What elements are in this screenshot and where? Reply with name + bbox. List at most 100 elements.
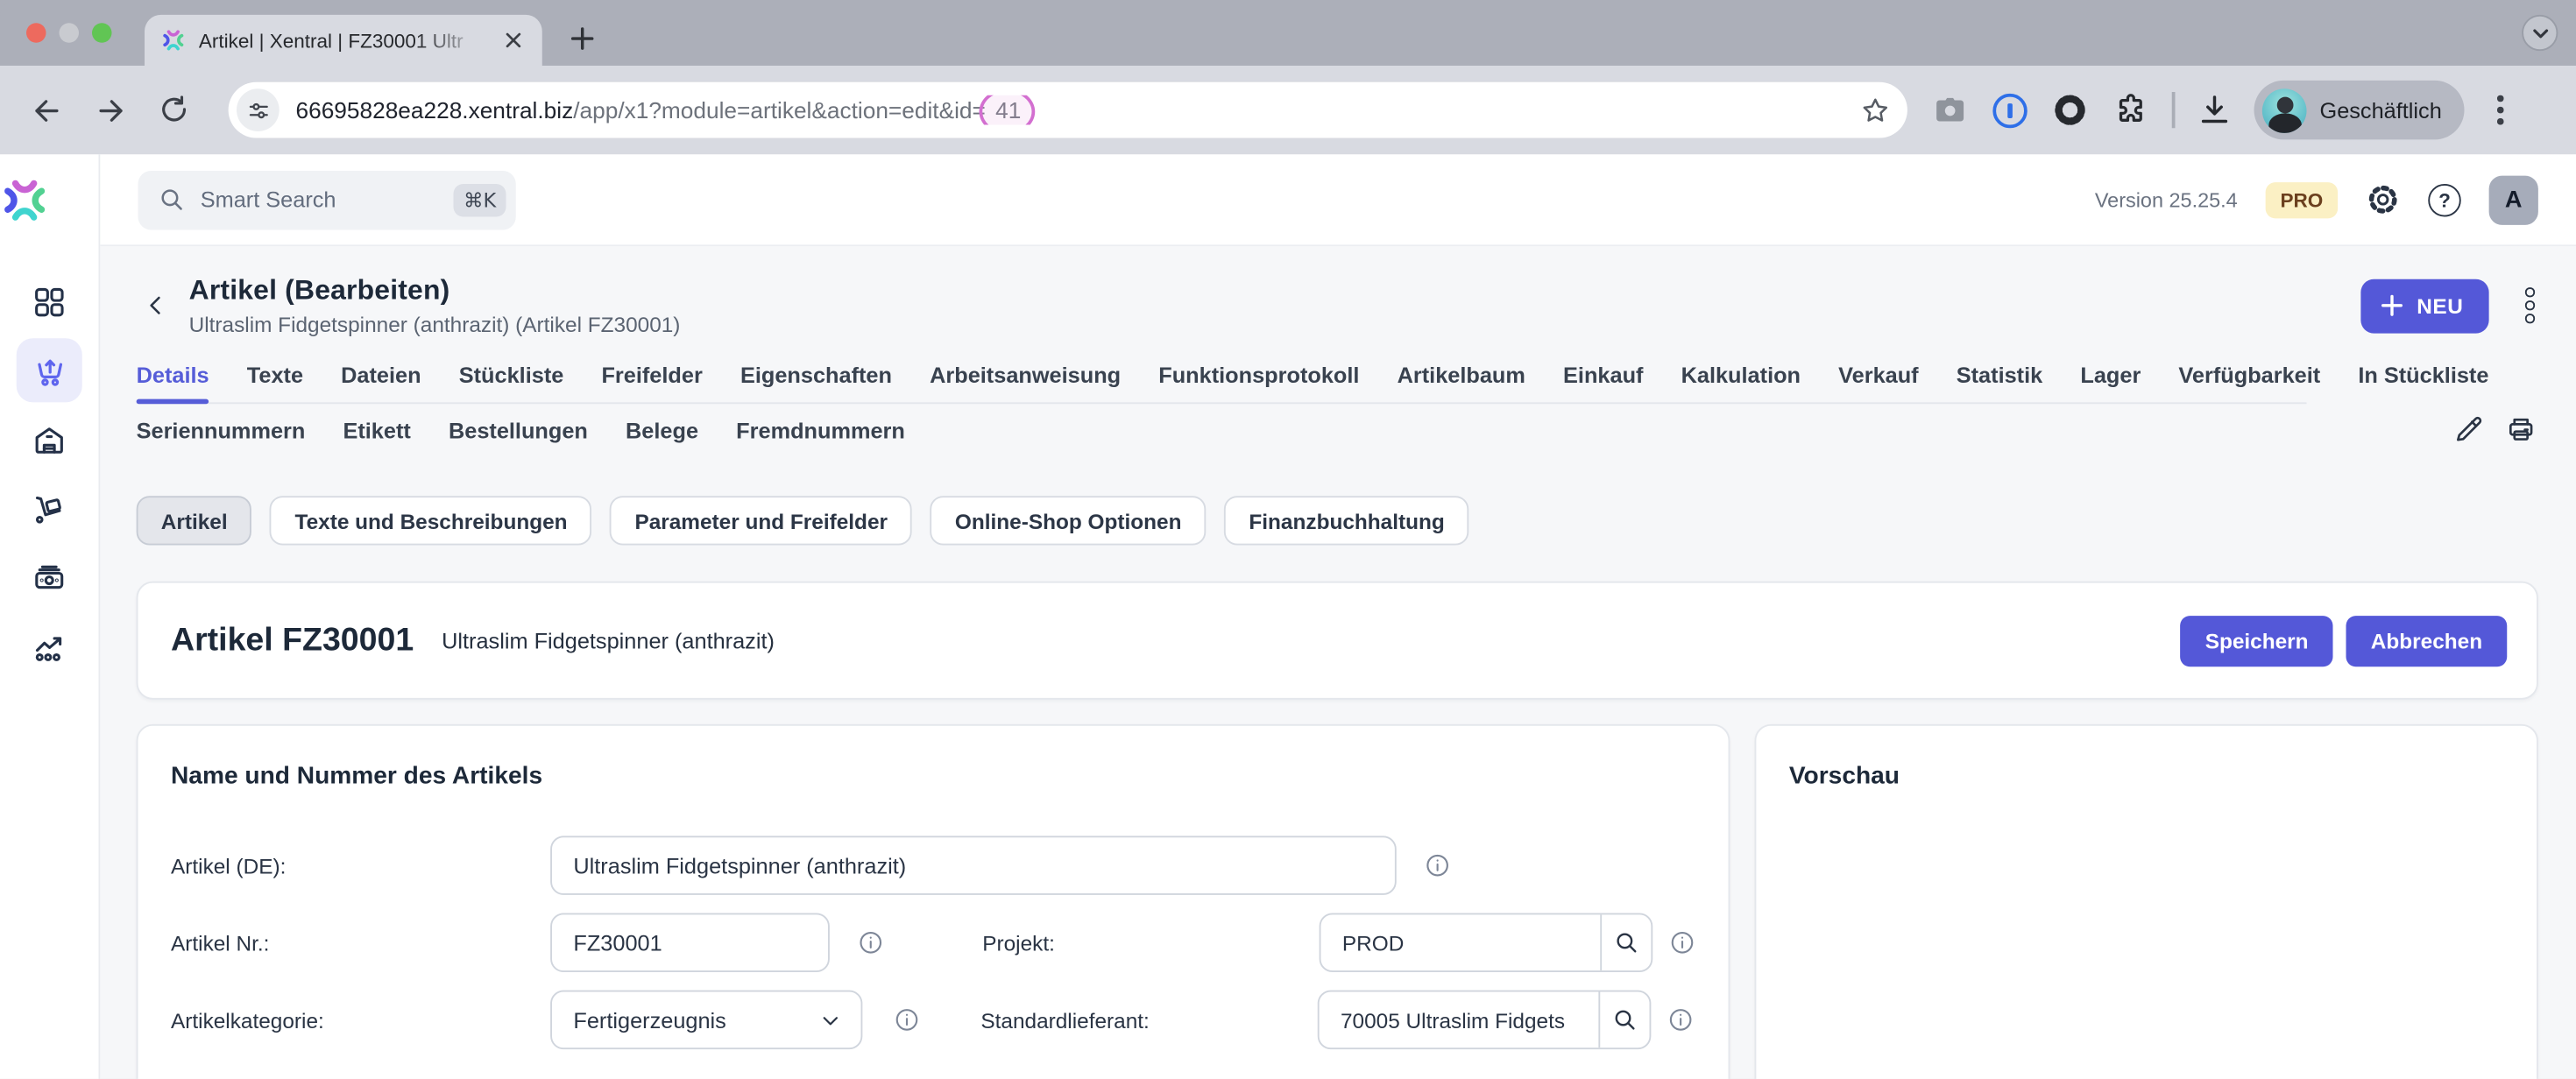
reload-button[interactable] xyxy=(152,87,198,133)
app-sidebar xyxy=(0,154,100,1079)
standardlieferant-search-icon[interactable] xyxy=(1598,992,1649,1048)
projekt-label: Projekt: xyxy=(982,930,1319,955)
forward-button[interactable] xyxy=(87,87,133,133)
tab-verfuegbarkeit[interactable]: Verfügbarkeit xyxy=(2178,363,2320,387)
info-icon[interactable] xyxy=(894,1006,920,1033)
page-title: Artikel (Bearbeiten) xyxy=(189,274,681,307)
url-id-highlighted: 41 xyxy=(986,95,1031,125)
site-settings-icon[interactable] xyxy=(237,88,280,131)
page-content: Artikel (Bearbeiten) Ultraslim Fidgetspi… xyxy=(100,246,2576,1079)
back-button[interactable] xyxy=(23,87,69,133)
tab-bestellungen[interactable]: Bestellungen xyxy=(449,419,588,443)
form-row-artikelkategorie: Artikelkategorie: Fertigerzeugnis Standa… xyxy=(171,991,1695,1050)
browser-tab[interactable]: Artikel | Xentral | FZ30001 Ultr xyxy=(145,15,542,66)
artikel-de-label: Artikel (DE): xyxy=(171,853,550,878)
help-glyph: ? xyxy=(2438,188,2451,211)
info-icon[interactable] xyxy=(1425,852,1451,878)
sidebar-item-sales-cart[interactable] xyxy=(17,338,82,402)
settings-gear-icon[interactable] xyxy=(2366,182,2400,216)
artikelkategorie-select[interactable]: Fertigerzeugnis xyxy=(550,991,862,1050)
projekt-input[interactable]: PROD xyxy=(1321,914,1601,970)
page-subtitle: Ultraslim Fidgetspinner (anthrazit) (Art… xyxy=(189,312,681,336)
print-icon[interactable] xyxy=(2505,414,2537,446)
tab-dateien[interactable]: Dateien xyxy=(341,363,421,387)
tab-kalkulation[interactable]: Kalkulation xyxy=(1681,363,1801,387)
minimize-window-button[interactable] xyxy=(60,23,80,43)
search-shortcut-badge: ⌘K xyxy=(454,183,506,216)
window-controls xyxy=(26,23,112,43)
user-avatar[interactable]: A xyxy=(2489,175,2538,224)
tab-artikelbaum[interactable]: Artikelbaum xyxy=(1398,363,1525,387)
tab-texte[interactable]: Texte xyxy=(247,363,303,387)
toolbar-divider xyxy=(2172,92,2176,128)
preview-card: Vorschau xyxy=(1755,724,2538,1079)
camera-extension-icon[interactable] xyxy=(1932,92,1968,128)
close-tab-icon[interactable] xyxy=(499,27,526,53)
address-bar[interactable]: 66695828ea228.xentral.biz/app/x1?module=… xyxy=(229,82,1907,138)
avatar-initial: A xyxy=(2505,187,2523,213)
downloads-icon[interactable] xyxy=(2197,92,2233,128)
info-icon[interactable] xyxy=(858,929,884,956)
new-tab-button[interactable] xyxy=(565,21,598,54)
tab-stueckliste[interactable]: Stückliste xyxy=(459,363,564,387)
tab-seriennummern[interactable]: Seriennummern xyxy=(137,419,306,443)
form-row-artikel-nr: Artikel Nr.: FZ30001 Projekt: PROD xyxy=(171,913,1695,973)
zoom-window-button[interactable] xyxy=(92,23,112,43)
help-icon[interactable]: ? xyxy=(2428,183,2461,216)
standardlieferant-input[interactable]: 70005 Ultraslim Fidgets xyxy=(1320,992,1599,1048)
profile-label: Geschäftlich xyxy=(2320,98,2442,123)
projekt-search-icon[interactable] xyxy=(1600,914,1651,970)
tab-arbeitsanweisung[interactable]: Arbeitsanweisung xyxy=(930,363,1121,387)
tab-details[interactable]: Details xyxy=(137,363,209,387)
sidebar-item-apps[interactable] xyxy=(17,270,82,334)
pill-online-shop-optionen[interactable]: Online-Shop Optionen xyxy=(931,496,1207,545)
page-kebab-menu-icon[interactable] xyxy=(2523,284,2538,327)
tab-etikett[interactable]: Etikett xyxy=(343,419,410,443)
pill-artikel[interactable]: Artikel xyxy=(137,496,252,545)
sidebar-item-logistics[interactable] xyxy=(17,476,82,540)
save-button[interactable]: Speichern xyxy=(2181,615,2333,666)
tabs-row-2: Seriennummern Etikett Bestellungen Beleg… xyxy=(137,419,2538,453)
form-row-artikel-de: Artikel (DE): Ultraslim Fidgetspinner (a… xyxy=(171,836,1695,895)
pill-parameter-und-freifelder[interactable]: Parameter und Freifelder xyxy=(610,496,912,545)
tab-in-stueckliste[interactable]: In Stückliste xyxy=(2358,363,2488,387)
info-icon[interactable] xyxy=(1667,1006,1694,1033)
artikel-nr-input[interactable]: FZ30001 xyxy=(550,913,830,973)
tab-lager[interactable]: Lager xyxy=(2080,363,2141,387)
new-article-button[interactable]: NEU xyxy=(2360,279,2489,333)
tab-eigenschaften[interactable]: Eigenschaften xyxy=(740,363,892,387)
url-path: /app/x1?module=artikel&action=edit&id= xyxy=(573,97,986,123)
tab-funktionsprotokoll[interactable]: Funktionsprotokoll xyxy=(1158,363,1359,387)
artikel-de-input[interactable]: Ultraslim Fidgetspinner (anthrazit) xyxy=(550,836,1397,895)
tab-freifelder[interactable]: Freifelder xyxy=(601,363,702,387)
bookmark-star-icon[interactable] xyxy=(1860,95,1892,126)
tab-search-button[interactable] xyxy=(2522,15,2558,51)
browser-menu-kebab-icon[interactable] xyxy=(2485,89,2517,130)
tab-belege[interactable]: Belege xyxy=(626,419,698,443)
browser-profile-chip[interactable]: Geschäftlich xyxy=(2254,81,2466,140)
pill-finanzbuchhaltung[interactable]: Finanzbuchhaltung xyxy=(1224,496,1469,545)
edit-pencil-icon[interactable] xyxy=(2452,414,2484,446)
back-chevron-icon[interactable] xyxy=(137,286,176,325)
pill-texte-und-beschreibungen[interactable]: Texte und Beschreibungen xyxy=(270,496,591,545)
tab-statistik[interactable]: Statistik xyxy=(1957,363,2042,387)
extensions-puzzle-icon[interactable] xyxy=(2112,92,2148,128)
tab-einkauf[interactable]: Einkauf xyxy=(1563,363,1643,387)
close-window-button[interactable] xyxy=(26,23,46,43)
tab-fremdnummern[interactable]: Fremdnummern xyxy=(736,419,905,443)
version-label: Version 25.25.4 xyxy=(2095,188,2238,211)
sidebar-item-analytics[interactable] xyxy=(17,614,82,678)
starburst-extension-icon[interactable] xyxy=(2052,92,2088,128)
app-topbar: Smart Search ⌘K Version 25.25.4 PRO ? A xyxy=(100,154,2576,246)
cancel-button[interactable]: Abbrechen xyxy=(2346,615,2508,666)
info-icon[interactable] xyxy=(1669,929,1695,956)
browser-toolbar: 66695828ea228.xentral.biz/app/x1?module=… xyxy=(0,66,2576,154)
sidebar-item-finance[interactable] xyxy=(17,546,82,610)
tabs-row-1: Details Texte Dateien Stückliste Freifel… xyxy=(137,363,2307,404)
sidebar-item-warehouse[interactable] xyxy=(17,407,82,471)
article-form-card: Name und Nummer des Artikels Artikel (DE… xyxy=(137,724,1730,1079)
standardlieferant-label: Standardlieferant: xyxy=(980,1007,1317,1032)
password-manager-icon[interactable] xyxy=(1992,93,2027,127)
tab-verkauf[interactable]: Verkauf xyxy=(1838,363,1918,387)
smart-search-input[interactable]: Smart Search ⌘K xyxy=(138,170,516,229)
